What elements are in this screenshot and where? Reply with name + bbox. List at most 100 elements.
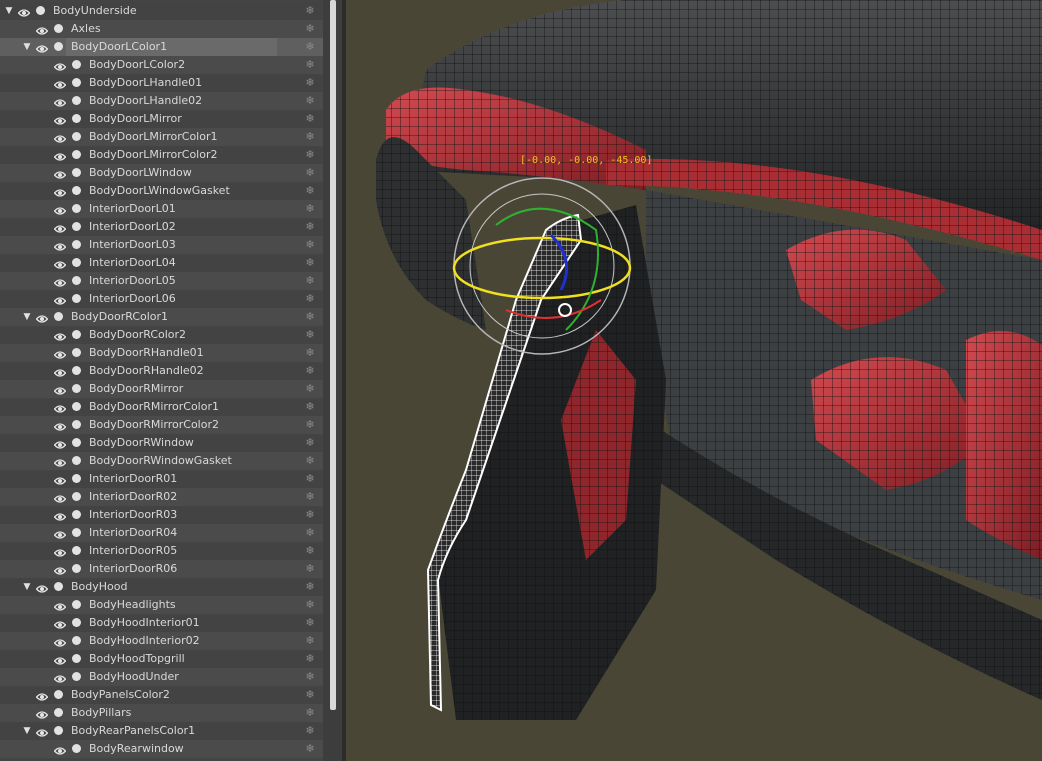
dot-icon[interactable] [72, 744, 81, 753]
dot-icon[interactable] [72, 168, 81, 177]
tree-row[interactable]: BodyDoorRMirrorColor2 ❄ [0, 416, 323, 434]
snowflake-icon[interactable]: ❄ [303, 2, 317, 20]
snowflake-icon[interactable]: ❄ [303, 470, 317, 488]
triangle-down-icon[interactable]: ▼ [22, 38, 32, 56]
dot-icon[interactable] [72, 528, 81, 537]
eye-icon[interactable] [53, 366, 67, 377]
eye-icon[interactable] [53, 294, 67, 305]
snowflake-icon[interactable]: ❄ [303, 218, 317, 236]
eye-icon[interactable] [53, 636, 67, 647]
eye-icon[interactable] [35, 312, 49, 323]
eye-icon[interactable] [53, 204, 67, 215]
snowflake-icon[interactable]: ❄ [303, 146, 317, 164]
dot-icon[interactable] [72, 564, 81, 573]
dot-icon[interactable] [72, 600, 81, 609]
tree-row[interactable]: ▼ BodyDoorRColor1 ❄ [0, 308, 323, 326]
eye-icon[interactable] [53, 330, 67, 341]
tree-row[interactable]: ▼ BodyHood ❄ [0, 578, 323, 596]
eye-icon[interactable] [53, 276, 67, 287]
dot-icon[interactable] [72, 492, 81, 501]
tree-row[interactable]: InteriorDoorL03 ❄ [0, 236, 323, 254]
dot-icon[interactable] [72, 672, 81, 681]
eye-icon[interactable] [53, 654, 67, 665]
dot-icon[interactable] [72, 60, 81, 69]
eye-icon[interactable] [35, 690, 49, 701]
eye-icon[interactable] [35, 42, 49, 53]
dot-icon[interactable] [72, 276, 81, 285]
snowflake-icon[interactable]: ❄ [303, 164, 317, 182]
viewport-3d[interactable]: [-0.00, -0.00, -45.00] [346, 0, 1042, 761]
tree-row[interactable]: BodyDoorLMirrorColor2 ❄ [0, 146, 323, 164]
tree-row[interactable]: InteriorDoorR01 ❄ [0, 470, 323, 488]
snowflake-icon[interactable]: ❄ [303, 596, 317, 614]
tree-row[interactable]: BodyHeadlights ❄ [0, 596, 323, 614]
dot-icon[interactable] [72, 114, 81, 123]
snowflake-icon[interactable]: ❄ [303, 398, 317, 416]
snowflake-icon[interactable]: ❄ [303, 650, 317, 668]
snowflake-icon[interactable]: ❄ [303, 740, 317, 758]
tree-row[interactable]: InteriorDoorR06 ❄ [0, 560, 323, 578]
eye-icon[interactable] [53, 114, 67, 125]
eye-icon[interactable] [53, 96, 67, 107]
dot-icon[interactable] [72, 348, 81, 357]
snowflake-icon[interactable]: ❄ [303, 704, 317, 722]
snowflake-icon[interactable]: ❄ [303, 56, 317, 74]
eye-icon[interactable] [53, 528, 67, 539]
eye-icon[interactable] [53, 150, 67, 161]
dot-icon[interactable] [54, 42, 63, 51]
eye-icon[interactable] [53, 132, 67, 143]
tree-row[interactable]: BodyDoorLMirror ❄ [0, 110, 323, 128]
tree-row[interactable]: BodyHoodInterior01 ❄ [0, 614, 323, 632]
snowflake-icon[interactable]: ❄ [303, 74, 317, 92]
dot-icon[interactable] [54, 24, 63, 33]
eye-icon[interactable] [53, 384, 67, 395]
dot-icon[interactable] [72, 240, 81, 249]
dot-icon[interactable] [72, 474, 81, 483]
triangle-down-icon[interactable]: ▼ [22, 722, 32, 740]
dot-icon[interactable] [54, 708, 63, 717]
dot-icon[interactable] [72, 438, 81, 447]
tree-row[interactable]: BodyDoorLWindowGasket ❄ [0, 182, 323, 200]
tree-row[interactable]: ▼ BodyDoorLColor1 ❄ [0, 38, 323, 56]
eye-icon[interactable] [53, 672, 67, 683]
eye-icon[interactable] [17, 6, 31, 17]
snowflake-icon[interactable]: ❄ [303, 326, 317, 344]
snowflake-icon[interactable]: ❄ [303, 434, 317, 452]
triangle-down-icon[interactable]: ▼ [4, 2, 14, 20]
dot-icon[interactable] [72, 420, 81, 429]
tree-row[interactable]: BodyDoorRHandle02 ❄ [0, 362, 323, 380]
tree-row[interactable]: BodyDoorLWindow ❄ [0, 164, 323, 182]
tree-row[interactable]: InteriorDoorR03 ❄ [0, 506, 323, 524]
eye-icon[interactable] [35, 726, 49, 737]
snowflake-icon[interactable]: ❄ [303, 578, 317, 596]
snowflake-icon[interactable]: ❄ [303, 92, 317, 110]
dot-icon[interactable] [72, 258, 81, 267]
snowflake-icon[interactable]: ❄ [303, 272, 317, 290]
tree-row[interactable]: InteriorDoorL05 ❄ [0, 272, 323, 290]
dot-icon[interactable] [36, 6, 45, 15]
snowflake-icon[interactable]: ❄ [303, 20, 317, 38]
eye-icon[interactable] [53, 618, 67, 629]
tree-row[interactable]: BodyRearwindow ❄ [0, 740, 323, 758]
snowflake-icon[interactable]: ❄ [303, 128, 317, 146]
dot-icon[interactable] [72, 384, 81, 393]
dot-icon[interactable] [72, 618, 81, 627]
snowflake-icon[interactable]: ❄ [303, 722, 317, 740]
dot-icon[interactable] [72, 510, 81, 519]
eye-icon[interactable] [53, 78, 67, 89]
triangle-down-icon[interactable]: ▼ [22, 308, 32, 326]
eye-icon[interactable] [35, 708, 49, 719]
eye-icon[interactable] [53, 564, 67, 575]
snowflake-icon[interactable]: ❄ [303, 200, 317, 218]
snowflake-icon[interactable]: ❄ [303, 524, 317, 542]
tree-row[interactable]: BodyPillars ❄ [0, 704, 323, 722]
tree-row[interactable]: InteriorDoorL04 ❄ [0, 254, 323, 272]
snowflake-icon[interactable]: ❄ [303, 416, 317, 434]
eye-icon[interactable] [53, 258, 67, 269]
tree-row[interactable]: BodyDoorRColor2 ❄ [0, 326, 323, 344]
dot-icon[interactable] [72, 78, 81, 87]
tree-row[interactable]: BodyDoorRMirror ❄ [0, 380, 323, 398]
snowflake-icon[interactable]: ❄ [303, 254, 317, 272]
snowflake-icon[interactable]: ❄ [303, 542, 317, 560]
tree-row[interactable]: InteriorDoorR05 ❄ [0, 542, 323, 560]
